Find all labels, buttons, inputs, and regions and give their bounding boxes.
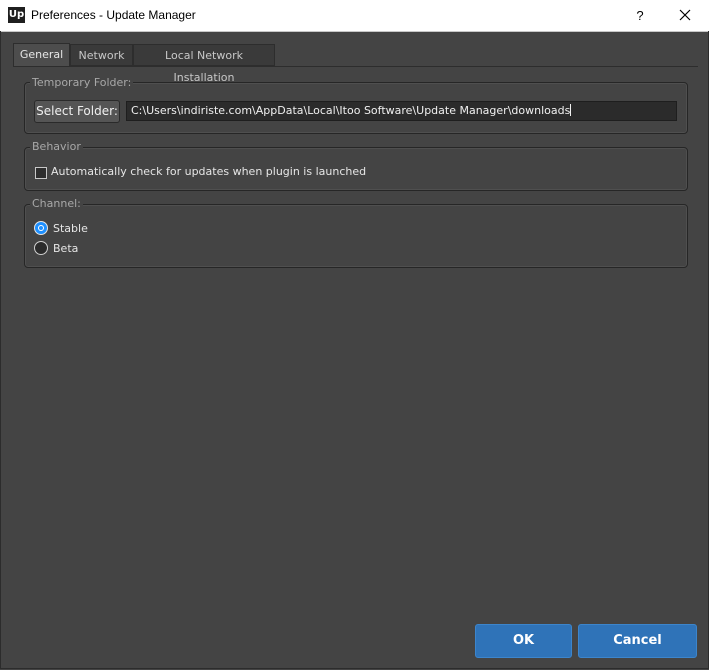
channel-title: Channel: <box>30 197 83 210</box>
temporary-folder-title: Temporary Folder: <box>30 76 134 89</box>
auto-check-checkbox[interactable] <box>35 167 47 179</box>
cancel-button[interactable]: Cancel <box>578 624 697 658</box>
text-caret <box>570 104 572 116</box>
close-icon <box>679 9 691 21</box>
auto-check-label[interactable]: Automatically check for updates when plu… <box>51 165 366 179</box>
tab-local-network-installation[interactable]: Local Network Installation <box>133 44 275 84</box>
behavior-title: Behavior <box>30 140 83 153</box>
channel-group <box>24 204 688 268</box>
tab-pane-border <box>13 66 698 69</box>
ok-button[interactable]: OK <box>475 624 572 658</box>
folder-path-text: C:\Users\indiriste.com\AppData\Local\Ito… <box>131 104 571 117</box>
tab-general[interactable]: General <box>13 43 70 67</box>
close-button[interactable] <box>669 0 701 31</box>
folder-path-input[interactable]: C:\Users\indiriste.com\AppData\Local\Ito… <box>126 101 677 121</box>
tab-network[interactable]: Network <box>70 44 133 66</box>
title-bar: Up Preferences - Update Manager ? <box>0 0 709 32</box>
stable-radio-label[interactable]: Stable <box>53 222 88 236</box>
app-icon: Up <box>8 7 25 23</box>
beta-radio[interactable] <box>34 241 48 255</box>
help-button[interactable]: ? <box>625 0 655 31</box>
stable-radio[interactable] <box>34 221 48 235</box>
beta-radio-label[interactable]: Beta <box>53 242 78 256</box>
window-title: Preferences - Update Manager <box>31 8 196 22</box>
select-folder-button[interactable]: Select Folder: <box>34 100 120 123</box>
